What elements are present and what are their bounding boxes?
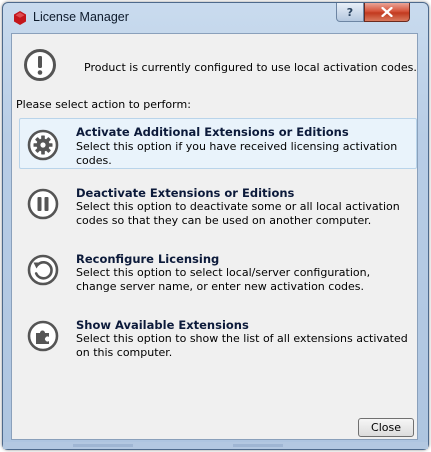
help-icon: ?	[346, 5, 354, 19]
option-description: Select this option to show the list of a…	[76, 332, 408, 359]
option-title: Show Available Extensions	[76, 318, 249, 332]
option-description: Select this option if you have received …	[76, 140, 398, 167]
puzzle-icon	[27, 320, 59, 352]
window-title: License Manager	[33, 10, 129, 24]
pause-icon	[27, 188, 59, 220]
option-title: Deactivate Extensions or Editions	[76, 186, 295, 200]
option-reconfigure-licensing[interactable]: Reconfigure Licensing Select this option…	[19, 246, 417, 306]
option-title: Activate Additional Extensions or Editio…	[76, 125, 349, 139]
option-description: Select this option to deactivate some or…	[76, 200, 400, 227]
status-message: Product is currently configured to use l…	[84, 61, 417, 74]
refresh-icon	[27, 254, 59, 286]
window-bottom-edge	[3, 442, 428, 449]
close-button[interactable]: Close	[358, 418, 414, 437]
option-deactivate-extensions[interactable]: Deactivate Extensions or Editions Select…	[19, 180, 417, 240]
action-prompt: Please select action to perform:	[16, 98, 191, 111]
option-activate-extensions[interactable]: Activate Additional Extensions or Editio…	[19, 118, 417, 169]
help-button[interactable]: ?	[336, 3, 364, 22]
dialog-content: Product is currently configured to use l…	[11, 33, 418, 440]
window-close-button[interactable]	[364, 3, 410, 22]
option-description: Select this option to select local/serve…	[76, 266, 371, 293]
close-icon	[381, 7, 393, 17]
exclamation-circle-icon	[24, 49, 56, 81]
title-bar[interactable]: License Manager ?	[3, 3, 428, 33]
option-show-extensions[interactable]: Show Available Extensions Select this op…	[19, 312, 417, 372]
option-title: Reconfigure Licensing	[76, 252, 220, 266]
license-manager-window: License Manager ? Product is currently c…	[2, 2, 429, 450]
app-hexagon-icon	[14, 11, 26, 25]
gear-icon	[27, 129, 59, 161]
